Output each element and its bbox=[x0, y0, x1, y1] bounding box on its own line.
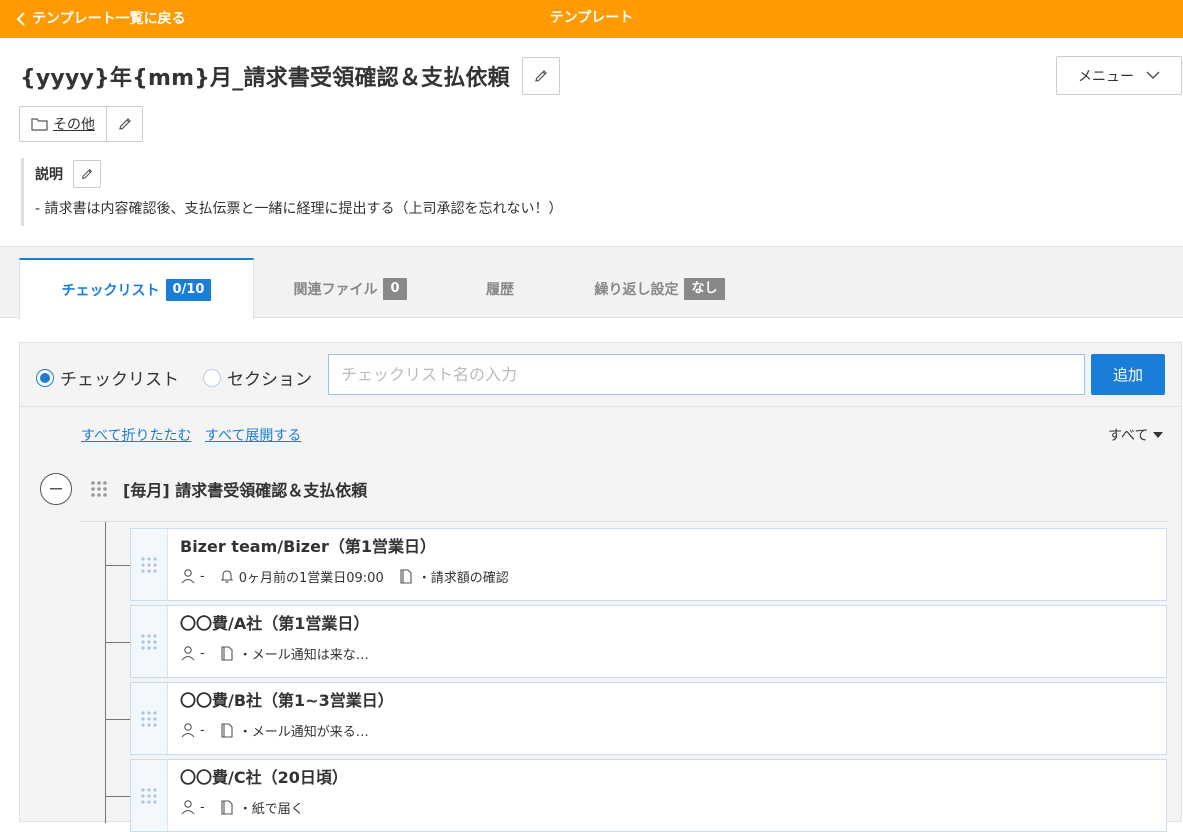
pencil-icon bbox=[81, 168, 93, 180]
checklist-item[interactable]: 〇〇費/B社（第1~3営業日） - ・メール通知が来る… bbox=[130, 682, 1167, 755]
filter-dropdown[interactable]: すべて bbox=[1108, 425, 1164, 445]
description-text: - 請求書は内容確認後、支払伝票と一緒に経理に提出する（上司承認を忘れない！） bbox=[35, 201, 563, 217]
filter-label: すべて bbox=[1108, 428, 1149, 444]
edit-title-button[interactable] bbox=[521, 57, 560, 95]
collapse-section-button[interactable] bbox=[40, 473, 72, 505]
radio-section-dot bbox=[203, 368, 221, 387]
item-note: ・紙で届く bbox=[238, 801, 304, 817]
item-assignee: - bbox=[200, 568, 205, 584]
section-divider bbox=[81, 521, 1167, 522]
category-label: その他 bbox=[53, 117, 95, 133]
user-icon bbox=[181, 723, 195, 738]
section-title: [毎月] 請求書受領確認＆支払依頼 bbox=[123, 481, 368, 500]
title-row: {yyyy}年{mm}月_請求書受領確認＆支払依頼 bbox=[20, 56, 560, 96]
tab-label: 履歴 bbox=[486, 281, 514, 298]
tab-badge: 0/10 bbox=[165, 279, 212, 301]
item-title: Bizer team/Bizer（第1営業日） bbox=[180, 537, 436, 556]
item-note: ・メール通知が来る… bbox=[238, 724, 369, 740]
description-label: 説明 bbox=[35, 167, 63, 183]
chevron-down-icon bbox=[1146, 71, 1160, 80]
radio-section-label: セクション bbox=[227, 370, 312, 390]
item-note: ・請求額の確認 bbox=[417, 570, 509, 586]
item-assignee: - bbox=[200, 722, 205, 738]
checklist-item[interactable]: 〇〇費/A社（第1営業日） - ・メール通知は来な… bbox=[130, 605, 1167, 678]
tab-label: 関連ファイル bbox=[293, 281, 378, 298]
add-item-row: チェックリスト セクション 追加 bbox=[20, 343, 1181, 407]
tab-badge: なし bbox=[684, 277, 725, 300]
menu-label: メニュー bbox=[1078, 68, 1134, 85]
edit-description-button[interactable] bbox=[73, 160, 101, 188]
category-link[interactable]: その他 bbox=[20, 107, 107, 141]
tab-bar: チェックリスト 0/10 関連ファイル 0 履歴 繰り返し設定 なし bbox=[0, 246, 1183, 320]
expand-all-link[interactable]: すべて展開する bbox=[205, 428, 301, 444]
note-icon bbox=[221, 800, 233, 815]
tab-repeat-settings[interactable]: 繰り返し設定 なし bbox=[572, 258, 747, 319]
tree-connector bbox=[105, 565, 131, 566]
top-bar: テンプレート一覧に戻る テンプレート bbox=[0, 0, 1183, 38]
minus-icon bbox=[50, 488, 62, 490]
tree-line bbox=[105, 522, 106, 823]
description-box: 説明 - 請求書は内容確認後、支払伝票と一緒に経理に提出する（上司承認を忘れない… bbox=[21, 158, 661, 226]
user-icon bbox=[181, 800, 195, 815]
back-link-label: テンプレート一覧に戻る bbox=[32, 11, 186, 27]
item-title: 〇〇費/C社（20日頃） bbox=[180, 768, 348, 787]
content-area: チェックリスト セクション 追加 すべて折りたたむ すべて展開する すべて bbox=[0, 319, 1183, 832]
user-icon bbox=[181, 569, 195, 584]
checklist-item[interactable]: 〇〇費/C社（20日頃） - ・紙で届く bbox=[130, 759, 1167, 832]
drag-handle-icon[interactable] bbox=[131, 606, 168, 677]
add-button[interactable]: 追加 bbox=[1091, 354, 1165, 395]
tab-label: チェックリスト bbox=[61, 283, 160, 299]
checklist-item[interactable]: Bizer team/Bizer（第1営業日） - 0ヶ月前の1営業日09:00… bbox=[130, 528, 1167, 601]
note-icon bbox=[221, 646, 233, 661]
radio-checklist[interactable]: チェックリスト bbox=[36, 365, 179, 390]
item-reminder: 0ヶ月前の1営業日09:00 bbox=[238, 570, 384, 586]
caret-down-icon bbox=[1153, 432, 1164, 438]
radio-checklist-dot bbox=[36, 368, 54, 387]
folder-icon bbox=[31, 118, 48, 131]
bell-icon bbox=[220, 570, 234, 583]
edit-category-button[interactable] bbox=[107, 107, 142, 141]
pencil-icon bbox=[118, 118, 131, 130]
tree-connector bbox=[105, 719, 131, 720]
template-title: {yyyy}年{mm}月_請求書受領確認＆支払依頼 bbox=[20, 66, 510, 91]
note-icon bbox=[400, 569, 412, 584]
section-row: [毎月] 請求書受領確認＆支払依頼 bbox=[40, 471, 1170, 507]
tab-history[interactable]: 履歴 bbox=[460, 258, 540, 319]
tab-label: 繰り返し設定 bbox=[594, 281, 679, 298]
checklist-panel: チェックリスト セクション 追加 すべて折りたたむ すべて展開する すべて bbox=[19, 342, 1182, 832]
back-to-templates-link[interactable]: テンプレート一覧に戻る bbox=[16, 0, 186, 38]
user-icon bbox=[181, 646, 195, 661]
note-icon bbox=[221, 723, 233, 738]
item-title: 〇〇費/B社（第1~3営業日） bbox=[180, 691, 394, 710]
item-title: 〇〇費/A社（第1営業日） bbox=[180, 614, 370, 633]
radio-section[interactable]: セクション bbox=[203, 365, 312, 390]
drag-handle-icon[interactable] bbox=[131, 683, 168, 754]
menu-dropdown-button[interactable]: メニュー bbox=[1056, 56, 1182, 95]
tree-connector bbox=[105, 642, 131, 643]
tab-badge: 0 bbox=[383, 277, 407, 300]
pencil-icon bbox=[535, 70, 547, 82]
expand-collapse-links: すべて折りたたむ すべて展開する bbox=[81, 425, 310, 445]
item-assignee: - bbox=[200, 645, 205, 661]
item-note: ・メール通知は来な… bbox=[238, 647, 369, 663]
category-group: その他 bbox=[19, 106, 143, 142]
drag-handle-icon[interactable] bbox=[131, 760, 168, 831]
collapse-all-link[interactable]: すべて折りたたむ bbox=[81, 428, 191, 444]
tab-checklist[interactable]: チェックリスト 0/10 bbox=[19, 258, 254, 320]
drag-handle-icon[interactable] bbox=[89, 479, 109, 499]
checklist-name-input[interactable] bbox=[328, 354, 1085, 395]
radio-checklist-label: チェックリスト bbox=[60, 370, 179, 390]
drag-handle-icon[interactable] bbox=[131, 529, 168, 600]
chevron-left-icon bbox=[16, 12, 25, 26]
tree-connector bbox=[105, 796, 131, 797]
item-assignee: - bbox=[200, 799, 205, 815]
tab-related-files[interactable]: 関連ファイル 0 bbox=[270, 258, 430, 319]
